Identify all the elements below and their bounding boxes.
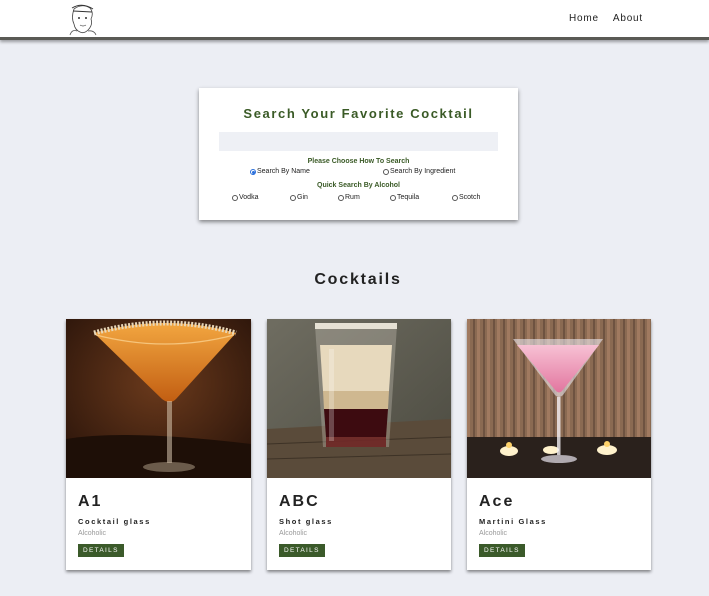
details-button[interactable]: DETAILS [78, 544, 124, 557]
search-mode-label: Please Choose How To Search [307, 158, 410, 165]
alcohol-option-rum[interactable]: Rum [338, 194, 360, 201]
cocktail-card-abc: ABC Shot glass Alcoholic DETAILS [267, 319, 451, 570]
details-button[interactable]: DETAILS [479, 544, 525, 557]
nav-about-link[interactable]: About [613, 13, 643, 24]
alcohol-label: Rum [345, 194, 360, 201]
search-by-name-label: Search By Name [257, 168, 310, 175]
cocktail-card-ace: Ace Martini Glass Alcoholic DETAILS [467, 319, 651, 570]
alcohol-option-tequila[interactable]: Tequila [390, 194, 419, 201]
cocktail-name: A1 [78, 493, 103, 510]
gin-radio[interactable] [290, 194, 296, 201]
portrait-sketch-logo[interactable] [64, 3, 100, 36]
search-by-name-option[interactable]: Search By Name [250, 168, 310, 175]
search-by-ingredient-radio[interactable] [383, 168, 389, 175]
cocktail-image-a1[interactable] [66, 319, 251, 478]
cocktail-name: ABC [279, 493, 320, 510]
alcohol-option-gin[interactable]: Gin [290, 194, 308, 201]
quick-search-label: Quick Search By Alcohol [317, 182, 400, 189]
cocktail-image-ace[interactable] [467, 319, 651, 478]
cocktail-glass: Cocktail glass [78, 517, 151, 526]
alcohol-option-scotch[interactable]: Scotch [452, 194, 480, 201]
scotch-radio[interactable] [452, 194, 458, 201]
cocktail-glass: Shot glass [279, 517, 333, 526]
details-button[interactable]: DETAILS [279, 544, 325, 557]
rum-radio[interactable] [338, 194, 344, 201]
search-input[interactable] [219, 132, 498, 151]
cocktail-type: Alcoholic [78, 530, 107, 537]
vodka-radio[interactable] [232, 194, 238, 201]
nav-home-link[interactable]: Home [569, 13, 599, 24]
search-by-ingredient-option[interactable]: Search By Ingredient [383, 168, 455, 175]
search-card: Search Your Favorite Cocktail Please Cho… [199, 88, 518, 220]
alcohol-label: Vodka [239, 194, 259, 201]
search-title: Search Your Favorite Cocktail [243, 106, 474, 121]
search-by-name-radio[interactable] [250, 168, 256, 175]
cocktails-heading: Cocktails [314, 271, 402, 288]
cocktail-name: Ace [479, 493, 515, 510]
alcohol-label: Tequila [397, 194, 420, 201]
cocktail-card-a1: A1 Cocktail glass Alcoholic DETAILS [66, 319, 251, 570]
cocktail-type: Alcoholic [279, 530, 308, 537]
alcohol-label: Gin [297, 194, 308, 201]
search-by-ingredient-label: Search By Ingredient [390, 168, 456, 175]
cocktail-glass: Martini Glass [479, 517, 547, 526]
cocktail-type: Alcoholic [479, 530, 508, 537]
cocktail-image-abc[interactable] [267, 319, 451, 478]
tequila-radio[interactable] [390, 194, 396, 201]
alcohol-label: Scotch [459, 194, 481, 201]
navbar: Home About [0, 0, 709, 40]
alcohol-option-vodka[interactable]: Vodka [232, 194, 258, 201]
